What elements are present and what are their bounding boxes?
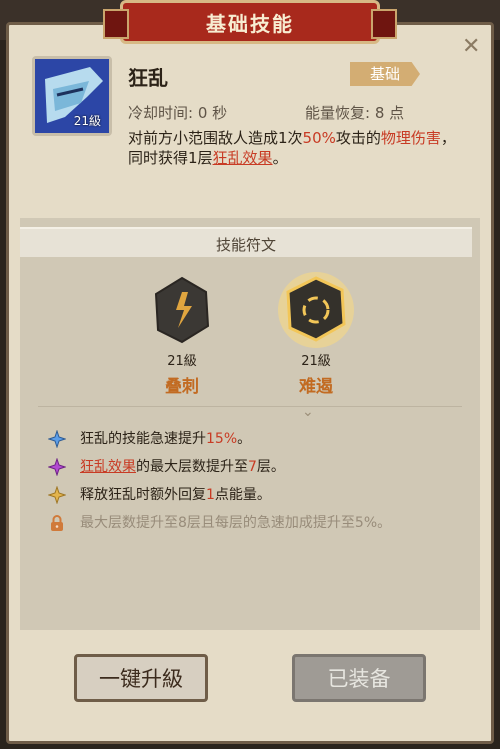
lock-icon [51, 515, 63, 531]
rune-header: 技能符文 [20, 227, 472, 257]
desc-part1: 对前方小范围敌人造成1次 [128, 129, 303, 147]
rune-section [20, 218, 480, 630]
cooldown-text: 冷却时间: 0 秒 [128, 104, 228, 122]
skill-name: 狂乱 [128, 66, 168, 90]
energy-text: 能量恢复: 8 点 [305, 104, 405, 122]
rune-icon-1[interactable] [150, 274, 214, 346]
effect-1-b: 。 [237, 431, 252, 447]
effect-text-2: 狂乱效果的最大层数提升至7层。 [80, 456, 285, 476]
skill-description: 对前方小范围敌人造成1次50%攻击的物理伤害，同时获得1层狂乱效果。 [128, 128, 458, 168]
rune-icon-2[interactable] [276, 268, 356, 350]
equipped-button[interactable]: 已装备 [292, 654, 426, 702]
effect-3-a: 释放狂乱时额外回复 [80, 487, 206, 503]
effect-2-value: 7 [248, 459, 257, 475]
close-icon[interactable]: ✕ [462, 34, 480, 59]
rune-level-1: 21級 [167, 354, 197, 369]
desc-part2: 攻击的 [335, 129, 381, 147]
effect-row-2: 狂乱效果的最大层数提升至7层。 [48, 456, 468, 478]
rune-section-title: 技能符文 [215, 236, 276, 254]
rune-level-2: 21級 [301, 354, 331, 369]
page-title: 基础技能 [206, 11, 294, 36]
rune-name-1: 叠刺 [165, 377, 199, 397]
rune-name-2: 难遏 [299, 377, 333, 397]
desc-part4: 。 [272, 149, 288, 167]
desc-physical: 物理伤害 [380, 129, 441, 147]
desc-percent: 50% [302, 129, 336, 147]
skill-type-badge: 基础 [350, 62, 420, 86]
effect-2-a: 的最大层数提升至 [136, 459, 248, 475]
skill-icon-level: 21級 [73, 114, 101, 128]
rune-divider [38, 406, 462, 407]
effect-2-b: 层。 [256, 459, 285, 475]
effect-3-b: 点能量。 [214, 487, 271, 503]
title-banner: 基础技能 [103, 0, 397, 44]
effect-2-link[interactable]: 狂乱效果 [80, 459, 136, 475]
effect-text-1: 狂乱的技能急速提升15%。 [80, 428, 251, 448]
effect-text-3: 释放狂乱时额外回复1点能量。 [80, 484, 271, 504]
effect-1-value: 15% [206, 431, 238, 447]
effect-1-a: 狂乱的技能急速提升 [80, 431, 206, 447]
purple-star-icon [48, 458, 66, 476]
gold-star-icon [48, 486, 66, 504]
effect-row-4: 最大层数提升至8层且每层的急速加成提升至5%。 [48, 512, 468, 534]
effect-text-4: 最大层数提升至8层且每层的急速加成提升至5%。 [80, 515, 392, 531]
effect-3-value: 1 [206, 487, 215, 503]
skill-icon: 21級 [32, 56, 112, 136]
blue-star-icon [48, 430, 66, 448]
effect-row-3: 释放狂乱时额外回复1点能量。 [48, 484, 468, 506]
desc-effect-link[interactable]: 狂乱效果 [213, 149, 273, 167]
upgrade-button[interactable]: 一键升級 [74, 654, 208, 702]
chevron-down-icon: ⌄ [302, 404, 314, 420]
effect-row-1: 狂乱的技能急速提升15%。 [48, 428, 468, 450]
